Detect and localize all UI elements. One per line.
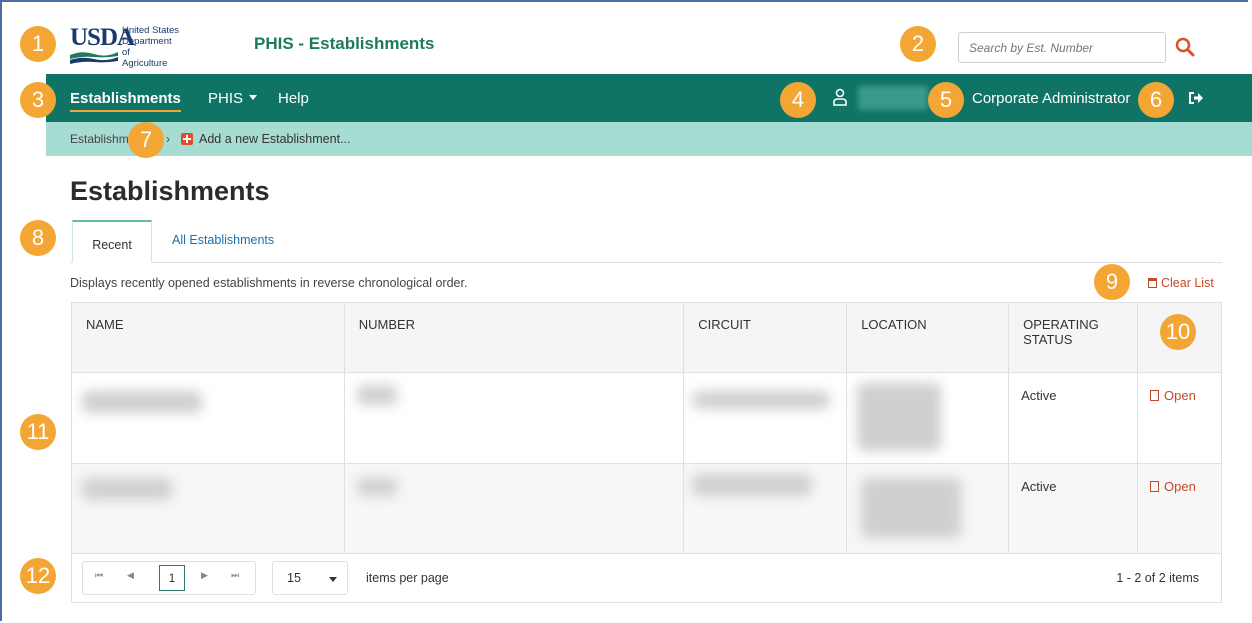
column-header-circuit[interactable]: CIRCUIT — [683, 302, 848, 373]
user-icon — [833, 88, 847, 106]
first-page-icon[interactable]: ⏮ — [95, 570, 103, 581]
cell-circuit — [683, 463, 848, 555]
logo-line-1: United States — [122, 25, 180, 36]
cell-action: Open — [1137, 372, 1222, 464]
nav-item-help[interactable]: Help — [278, 90, 309, 107]
callout-10: 10 — [1160, 314, 1196, 350]
status-text: Active — [1021, 479, 1057, 494]
pager: ⏮ ◀ 1 ▶ ⏭ 15 items per page 1 - 2 of 2 i… — [71, 553, 1222, 603]
chevron-down-icon — [329, 577, 337, 582]
search-icon[interactable] — [1174, 36, 1196, 58]
cell-name — [71, 372, 345, 464]
document-icon — [1150, 390, 1160, 401]
document-icon — [1150, 481, 1160, 492]
prev-page-icon[interactable]: ◀ — [127, 570, 134, 581]
callout-1: 1 — [20, 26, 56, 62]
pager-buttons: ⏮ ◀ 1 ▶ ⏭ — [82, 561, 256, 595]
cell-location — [846, 463, 1010, 555]
page-title: Establishments — [70, 176, 270, 206]
callout-3: 3 — [20, 82, 56, 118]
open-link[interactable]: Open — [1138, 464, 1221, 494]
callout-4: 4 — [780, 82, 816, 118]
cell-action: Open — [1137, 463, 1222, 555]
open-label: Open — [1164, 388, 1196, 403]
nav-item-phis[interactable]: PHIS — [208, 90, 258, 107]
callout-5: 5 — [928, 82, 964, 118]
table-row: Active Open — [71, 463, 1222, 555]
tab-description: Displays recently opened establishments … — [70, 276, 468, 290]
column-header-name[interactable]: NAME — [71, 302, 345, 373]
page-size-value: 15 — [287, 571, 301, 585]
items-per-page-label: items per page — [366, 571, 449, 585]
usda-logo[interactable]: USDA United States Department of Agricul… — [70, 24, 180, 69]
page-number-current[interactable]: 1 — [159, 565, 185, 591]
user-name-redacted[interactable] — [858, 86, 928, 110]
logo-line-3: Agriculture — [122, 58, 168, 69]
add-establishment-link[interactable]: Add a new Establishment... — [199, 132, 350, 146]
nav-item-establishments[interactable]: Establishments — [70, 90, 181, 112]
cell-status: Active — [1008, 372, 1139, 464]
tab-all-establishments[interactable]: All Establishments — [172, 220, 274, 262]
cell-status: Active — [1008, 463, 1139, 555]
last-page-icon[interactable]: ⏭ — [231, 570, 239, 581]
redacted-number — [356, 478, 397, 496]
table-header-row: NAME NUMBER CIRCUIT LOCATION OPERATING S… — [71, 302, 1222, 373]
redacted-circuit — [692, 474, 813, 496]
tabs-divider — [70, 262, 1222, 263]
next-page-icon[interactable]: ▶ — [201, 570, 208, 581]
trash-icon — [1148, 278, 1157, 288]
clear-list-button[interactable]: Clear List — [1148, 276, 1214, 290]
usda-agency-text: United States Department of Agriculture — [122, 25, 180, 69]
redacted-name — [82, 391, 202, 413]
usda-waves-icon — [70, 52, 118, 64]
main-nav: Establishments PHIS Help Corporate Admin… — [46, 74, 1252, 122]
redacted-name — [82, 478, 172, 500]
search-input[interactable] — [958, 32, 1166, 63]
chevron-down-icon — [249, 94, 258, 100]
app-title[interactable]: PHIS - Establishments — [254, 34, 434, 54]
column-header-location[interactable]: LOCATION — [846, 302, 1010, 373]
cell-circuit — [683, 372, 848, 464]
callout-2: 2 — [900, 26, 936, 62]
callout-6: 6 — [1138, 82, 1174, 118]
cell-number — [343, 372, 685, 464]
add-icon[interactable] — [181, 133, 193, 145]
redacted-number — [356, 385, 397, 405]
callout-7: 7 — [128, 122, 164, 158]
cell-location — [846, 372, 1010, 464]
pager-info: 1 - 2 of 2 items — [1116, 571, 1199, 585]
page-size-select[interactable]: 15 — [272, 561, 348, 595]
logout-icon[interactable] — [1186, 89, 1204, 107]
clear-list-label: Clear List — [1161, 276, 1214, 290]
nav-phis-label: PHIS — [208, 90, 244, 107]
redacted-circuit — [692, 391, 831, 409]
tab-recent[interactable]: Recent — [72, 220, 152, 263]
redacted-location — [861, 478, 962, 538]
callout-11: 11 — [20, 414, 56, 450]
logo-line-2: Department of — [122, 36, 172, 58]
header: USDA United States Department of Agricul… — [46, 14, 1252, 74]
open-link[interactable]: Open — [1138, 373, 1221, 403]
callout-12: 12 — [20, 558, 56, 594]
open-label: Open — [1164, 479, 1196, 494]
redacted-location — [857, 383, 942, 451]
breadcrumb: Establishments › Add a new Establishment… — [46, 122, 1252, 156]
breadcrumb-separator: › — [166, 132, 170, 146]
cell-number — [343, 463, 685, 555]
user-role[interactable]: Corporate Administrator — [972, 90, 1130, 107]
callout-8: 8 — [20, 220, 56, 256]
column-header-number[interactable]: NUMBER — [343, 302, 685, 373]
column-header-operating-status[interactable]: OPERATING STATUS — [1008, 302, 1139, 373]
table-row: Active Open — [71, 372, 1222, 464]
callout-9: 9 — [1094, 264, 1130, 300]
establishments-table: NAME NUMBER CIRCUIT LOCATION OPERATING S… — [71, 302, 1222, 555]
status-text: Active — [1021, 388, 1057, 403]
cell-name — [71, 463, 345, 555]
